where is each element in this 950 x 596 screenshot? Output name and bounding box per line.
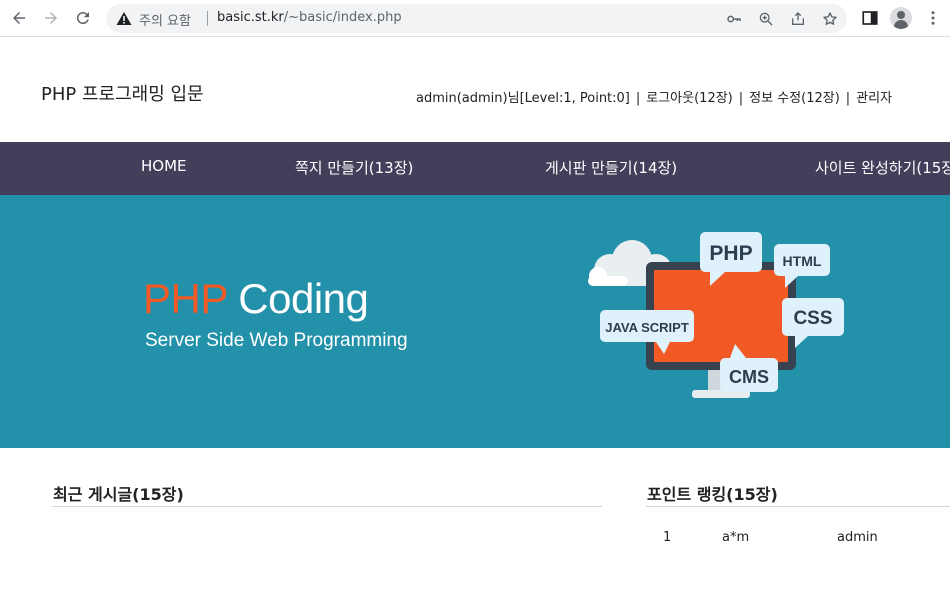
address-bar[interactable]: 주의 요함 basic.st.kr/~basic/index.php xyxy=(106,4,847,33)
url-text[interactable]: basic.st.kr/~basic/index.php xyxy=(217,10,402,25)
separator: | xyxy=(635,91,641,106)
user-info: admin(admin)님[Level:1, Point:0] xyxy=(416,91,630,106)
bubble-css: CSS xyxy=(793,308,832,329)
side-panel-icon[interactable] xyxy=(860,8,880,28)
bubble-php: PHP xyxy=(709,242,752,265)
banner-title-coding: Coding xyxy=(227,275,369,322)
monitor-illustration: PHP HTML CSS JAVA SCRIPT CMS xyxy=(588,232,844,398)
separator: | xyxy=(845,91,851,106)
reload-icon[interactable] xyxy=(73,8,93,28)
banner-title: PHP Coding xyxy=(143,275,369,323)
ranking-name: a*m xyxy=(722,530,750,545)
bubble-cms: CMS xyxy=(729,367,769,387)
user-bar: admin(admin)님[Level:1, Point:0] | 로그아웃(12장… xyxy=(416,87,892,106)
warning-icon[interactable] xyxy=(116,11,132,26)
separator: | xyxy=(738,91,744,106)
security-warning-text[interactable]: 주의 요함 xyxy=(139,10,191,29)
nav-home[interactable]: HOME xyxy=(141,157,187,175)
url-host: basic.st.kr xyxy=(217,10,284,25)
banner-subtitle: Server Side Web Programming xyxy=(145,330,408,351)
banner-title-php: PHP xyxy=(143,275,228,322)
main-nav: HOME 쪽지 만들기(13장) 게시판 만들기(14장) 사이트 완성하기(1… xyxy=(0,142,950,195)
share-icon[interactable] xyxy=(789,10,806,27)
nav-message[interactable]: 쪽지 만들기(13장) xyxy=(295,157,413,178)
browser-toolbar: 주의 요함 basic.st.kr/~basic/index.php xyxy=(0,0,950,37)
edit-profile-link[interactable]: 정보 수정(12장) xyxy=(749,91,840,106)
recent-posts-divider xyxy=(52,506,602,507)
point-ranking-title: 포인트 랭킹(15장) xyxy=(647,485,778,504)
nav-site-complete[interactable]: 사이트 완성하기(15장) xyxy=(815,157,950,178)
logout-link[interactable]: 로그아웃(12장) xyxy=(646,91,733,106)
profile-avatar-icon[interactable] xyxy=(890,7,912,29)
url-path: /~basic/index.php xyxy=(283,10,402,25)
ranking-id: admin xyxy=(837,530,878,545)
more-menu-icon[interactable] xyxy=(923,8,943,28)
bubble-html: HTML xyxy=(783,253,822,269)
back-arrow-icon[interactable] xyxy=(9,8,29,28)
bookmark-star-icon[interactable] xyxy=(821,10,838,27)
site-title[interactable]: PHP 프로그래밍 입문 xyxy=(41,80,204,106)
hero-banner: PHP Coding Server Side Web Programming P… xyxy=(0,195,950,448)
recent-posts-title: 최근 게시글(15장) xyxy=(53,485,184,504)
nav-board[interactable]: 게시판 만들기(14장) xyxy=(545,157,677,178)
zoom-icon[interactable] xyxy=(757,10,774,27)
key-icon[interactable] xyxy=(725,10,742,27)
point-ranking-divider xyxy=(646,506,950,507)
ranking-number: 1 xyxy=(663,530,672,545)
admin-link[interactable]: 관리자 xyxy=(856,91,892,106)
forward-arrow-icon[interactable] xyxy=(41,8,61,28)
bubble-javascript: JAVA SCRIPT xyxy=(605,320,689,335)
omnibox-separator xyxy=(207,11,208,26)
